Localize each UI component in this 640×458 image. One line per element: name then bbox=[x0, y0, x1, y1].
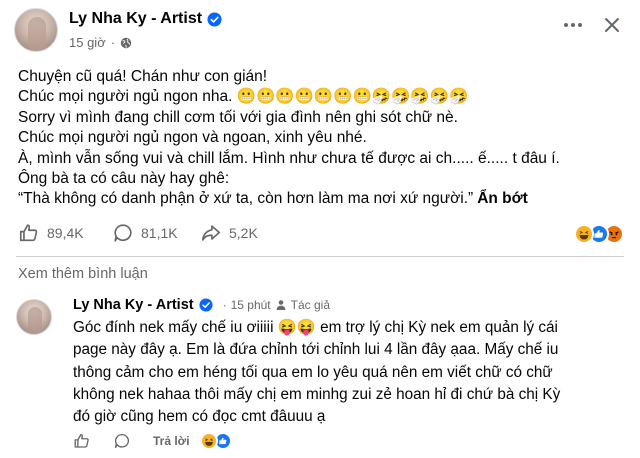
comment-time[interactable]: 15 phút bbox=[231, 298, 271, 312]
post-meta: 15 giờ · bbox=[69, 35, 132, 50]
post-line-last: “Thà không có danh phận ở xứ ta, còn hơn… bbox=[18, 189, 628, 209]
haha-icon bbox=[574, 224, 594, 244]
post-line: Ông bà ta có câu này hay ghê: bbox=[18, 170, 230, 188]
haha-icon[interactable] bbox=[199, 432, 218, 450]
like-count: 89,4K bbox=[47, 225, 84, 241]
post-body: Chuyện cũ quá! Chán như con gián! Chúc m… bbox=[18, 67, 628, 210]
author-line: Ly Nha Ky - Artist bbox=[69, 10, 222, 28]
share-button[interactable]: 5,2K bbox=[200, 222, 258, 244]
post-line: Chúc mọi người ngủ ngon và ngoan, xinh y… bbox=[18, 129, 367, 147]
comment-line: không nek hahaa thôi mấy chị em minhg zu… bbox=[73, 385, 561, 403]
divider bbox=[16, 256, 624, 257]
comment-header: Ly Nha Ky - Artist · 15 phút Tác giả bbox=[73, 297, 330, 313]
more-dot-icon bbox=[578, 23, 582, 27]
share-icon bbox=[201, 225, 221, 241]
post-line: Chúc mọi người ngủ ngon nha. 😬😬😬😬😬😬😬🤧🤧🤧🤧… bbox=[18, 88, 469, 106]
thumbs-up-icon bbox=[19, 224, 38, 242]
verified-badge-icon bbox=[207, 11, 222, 27]
like-button[interactable]: 89,4K bbox=[18, 222, 84, 244]
comment-button[interactable]: 81,1K bbox=[112, 222, 178, 244]
quote-text: “Thà không có danh phận ở xứ ta, còn hơn… bbox=[18, 190, 474, 208]
comment-line: page này đây ạ. Em là đứa chỉnh tới chỉn… bbox=[73, 341, 559, 359]
comment-line: thông cảm cho em héng tối qua em lo yêu … bbox=[73, 363, 553, 381]
reaction-summary[interactable] bbox=[574, 224, 624, 244]
author-avatar[interactable] bbox=[14, 8, 58, 52]
post-time[interactable]: 15 giờ bbox=[69, 35, 106, 50]
more-dot-icon bbox=[571, 23, 575, 27]
post-actions: 89,4K 81,1K 5,2K bbox=[18, 222, 624, 248]
more-options-button[interactable] bbox=[560, 16, 586, 34]
author-badge-icon bbox=[275, 299, 287, 311]
separator-dot: · bbox=[110, 35, 116, 50]
author-badge-label: Tác giả bbox=[290, 298, 330, 312]
verified-badge-icon bbox=[199, 297, 214, 313]
reply-link[interactable]: Trả lời bbox=[153, 434, 190, 448]
post-line: Sorry vì mình đang chill cơm tối với gia… bbox=[18, 108, 458, 126]
close-icon bbox=[605, 18, 619, 32]
globe-icon bbox=[120, 37, 132, 49]
see-less-link[interactable]: Ẩn bớt bbox=[477, 190, 528, 207]
close-button[interactable] bbox=[600, 13, 624, 37]
more-dot-icon bbox=[564, 23, 568, 27]
comment-actions: Trả lời bbox=[73, 430, 232, 452]
post-header: Ly Nha Ky - Artist 15 giờ · bbox=[14, 8, 626, 58]
comment-icon bbox=[114, 224, 132, 242]
comment-line: đó giờ cũng hem có đọc cmt đâuuu ạ bbox=[73, 408, 326, 426]
share-count: 5,2K bbox=[229, 225, 258, 241]
post-line: À, mình vẫn sống vui và chill lắm. Hình … bbox=[18, 149, 560, 167]
separator-dot: · bbox=[222, 298, 227, 312]
author-name[interactable]: Ly Nha Ky - Artist bbox=[69, 10, 202, 28]
comment-text: Góc đính nek mấy chế iu ơiiiii 😝😝 em trợ… bbox=[73, 317, 628, 428]
post-line: Chuyện cũ quá! Chán như con gián! bbox=[18, 68, 268, 85]
comment-meta: · 15 phút Tác giả bbox=[223, 298, 330, 312]
comment-reply-icon[interactable] bbox=[113, 432, 131, 450]
view-more-comments-link[interactable]: Xem thêm bình luận bbox=[18, 266, 148, 282]
comment-count: 81,1K bbox=[141, 225, 178, 241]
comment-line: Góc đính nek mấy chế iu ơiiiii 😝😝 em trợ… bbox=[73, 319, 558, 336]
comment-author-avatar[interactable] bbox=[16, 299, 52, 335]
comment-author-name[interactable]: Ly Nha Ky - Artist bbox=[73, 297, 194, 313]
comment-like-icon[interactable] bbox=[73, 432, 91, 450]
